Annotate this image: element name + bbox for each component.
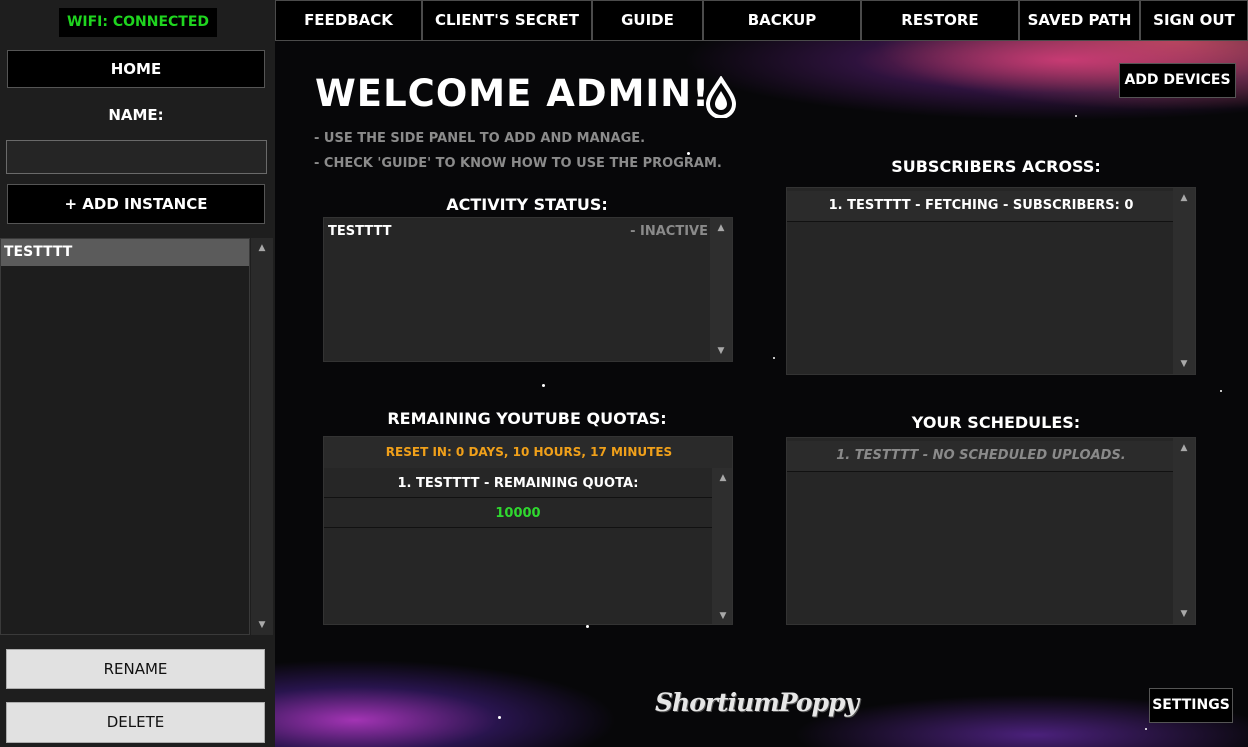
guide-button[interactable]: GUIDE — [592, 0, 703, 41]
brand-logo: ShortiumPoppy — [655, 688, 859, 717]
home-button[interactable]: HOME — [7, 50, 265, 88]
schedules-panel[interactable]: 1. TESTTTT - NO SCHEDULED UPLOADS. ▲ ▼ — [786, 437, 1196, 625]
add-devices-button[interactable]: ADD DEVICES — [1119, 63, 1236, 98]
scroll-up-arrow-icon[interactable]: ▲ — [710, 222, 732, 234]
scroll-up-arrow-icon[interactable]: ▲ — [251, 242, 273, 254]
star-decoration — [1220, 390, 1222, 392]
activity-scrollbar[interactable]: ▲ ▼ — [710, 218, 732, 361]
name-label: NAME: — [108, 106, 164, 124]
backup-button[interactable]: BACKUP — [703, 0, 861, 41]
scroll-down-arrow-icon[interactable]: ▼ — [1173, 608, 1195, 620]
subscribers-scrollbar[interactable]: ▲ ▼ — [1173, 188, 1195, 374]
hint-text: - USE THE SIDE PANEL TO ADD AND MANAGE. — [314, 131, 646, 146]
sign-out-button[interactable]: SIGN OUT — [1140, 0, 1248, 41]
quotas-title: REMAINING YOUTUBE QUOTAS: — [387, 409, 667, 428]
hint-text: - CHECK 'GUIDE' TO KNOW HOW TO USE THE P… — [314, 156, 722, 171]
wifi-status-badge: WIFI: CONNECTED — [59, 8, 217, 37]
activity-status-title: ACTIVITY STATUS: — [446, 195, 608, 214]
welcome-heading: WELCOME ADMIN! — [315, 72, 711, 115]
top-menu-bar: FEEDBACK CLIENT'S SECRET GUIDE BACKUP RE… — [275, 0, 1248, 41]
instance-list[interactable]: TESTTTT — [0, 238, 250, 635]
main-area: FEEDBACK CLIENT'S SECRET GUIDE BACKUP RE… — [275, 0, 1248, 747]
activity-status-panel[interactable]: TESTTTT - INACTIVE ▲ ▼ — [323, 217, 733, 362]
activity-status-value: - INACTIVE — [630, 224, 708, 239]
star-decoration — [1075, 115, 1077, 117]
star-decoration — [586, 625, 589, 628]
water-drop-icon — [705, 76, 737, 118]
instance-list-scrollbar[interactable]: ▲ ▼ — [251, 238, 273, 635]
rename-button[interactable]: RENAME — [6, 649, 265, 689]
name-input[interactable] — [6, 140, 267, 174]
restore-button[interactable]: RESTORE — [861, 0, 1019, 41]
activity-instance-name: TESTTTT — [328, 224, 392, 239]
quotas-panel[interactable]: RESET IN: 0 DAYS, 10 HOURS, 17 MINUTES 1… — [323, 436, 733, 625]
star-decoration — [542, 384, 545, 387]
instance-list-item[interactable]: TESTTTT — [1, 239, 249, 266]
quota-value: 10000 — [324, 499, 712, 528]
add-instance-button[interactable]: + ADD INSTANCE — [7, 184, 265, 224]
scroll-down-arrow-icon[interactable]: ▼ — [712, 610, 732, 622]
subscribers-list-item: 1. TESTTTT - FETCHING - SUBSCRIBERS: 0 — [787, 191, 1175, 222]
scroll-down-arrow-icon[interactable]: ▼ — [1173, 358, 1195, 370]
subscribers-title: SUBSCRIBERS ACROSS: — [891, 157, 1101, 176]
quotas-list: 1. TESTTTT - REMAINING QUOTA: 10000 ▲ ▼ — [324, 468, 732, 624]
scroll-down-arrow-icon[interactable]: ▼ — [251, 619, 273, 631]
scroll-down-arrow-icon[interactable]: ▼ — [710, 345, 732, 357]
quota-list-item: 1. TESTTTT - REMAINING QUOTA: — [324, 469, 712, 498]
scroll-up-arrow-icon[interactable]: ▲ — [712, 472, 732, 484]
delete-button[interactable]: DELETE — [6, 702, 265, 743]
schedules-list-item: 1. TESTTTT - NO SCHEDULED UPLOADS. — [787, 441, 1175, 472]
quota-reset-timer: RESET IN: 0 DAYS, 10 HOURS, 17 MINUTES — [324, 437, 732, 468]
clients-secret-button[interactable]: CLIENT'S SECRET — [422, 0, 592, 41]
schedules-scrollbar[interactable]: ▲ ▼ — [1173, 438, 1195, 624]
star-decoration — [687, 152, 690, 155]
saved-path-button[interactable]: SAVED PATH — [1019, 0, 1140, 41]
star-decoration — [1145, 728, 1147, 730]
feedback-button[interactable]: FEEDBACK — [275, 0, 422, 41]
schedules-title: YOUR SCHEDULES: — [911, 413, 1081, 432]
scroll-up-arrow-icon[interactable]: ▲ — [1173, 442, 1195, 454]
star-decoration — [498, 716, 501, 719]
scroll-up-arrow-icon[interactable]: ▲ — [1173, 192, 1195, 204]
quotas-scrollbar[interactable]: ▲ ▼ — [712, 468, 732, 624]
star-decoration — [773, 357, 775, 359]
settings-button[interactable]: SETTINGS — [1149, 688, 1233, 723]
sidebar: WIFI: CONNECTED HOME NAME: + ADD INSTANC… — [0, 0, 275, 747]
subscribers-panel[interactable]: 1. TESTTTT - FETCHING - SUBSCRIBERS: 0 ▲… — [786, 187, 1196, 375]
